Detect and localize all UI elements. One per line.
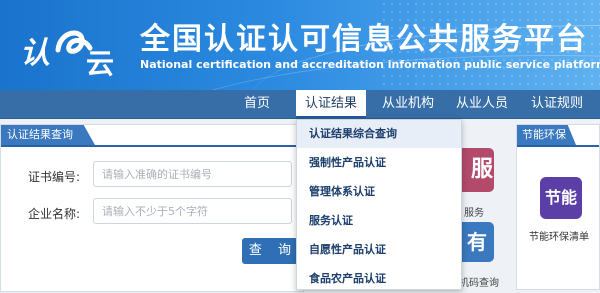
- panel-header: 节能环保: [517, 125, 599, 147]
- search-button[interactable]: 查 询: [242, 238, 298, 264]
- menu-item-food-agri[interactable]: 食品农产品认证: [297, 265, 461, 293]
- nav-cert-results[interactable]: 认证结果: [296, 90, 366, 118]
- menu-item-management-system[interactable]: 管理体系认证: [297, 178, 461, 206]
- panel-title: 节能环保: [517, 125, 576, 145]
- nav-institutions[interactable]: 从业机构: [382, 90, 434, 118]
- site-logo[interactable]: 认 云: [14, 14, 124, 80]
- menu-item-ccc[interactable]: 强制性产品认证: [297, 149, 461, 177]
- menu-item-voluntary-product[interactable]: 自愿性产品认证: [297, 236, 461, 264]
- header-banner: 认 云 全国认证认可信息公共服务平台 National certificatio…: [0, 0, 600, 90]
- panel-title: 认证结果查询: [1, 125, 95, 145]
- nav-home[interactable]: 首页: [244, 90, 270, 118]
- energy-saving-label[interactable]: 节能环保清单: [529, 228, 589, 243]
- cert-number-input[interactable]: 请输入准确的证书编号: [93, 161, 292, 187]
- organic-tile-caption: 机码查询: [459, 278, 499, 289]
- site-title: 全国认证认可信息公共服务平台: [140, 22, 588, 57]
- company-name-input[interactable]: 请输入不少于5个字符: [93, 198, 292, 224]
- panel-header: 认证结果查询: [1, 125, 303, 147]
- company-name-label: 企业名称:: [27, 207, 80, 221]
- service-tile-caption: 服务: [464, 208, 484, 219]
- menu-item-service-cert[interactable]: 服务认证: [297, 207, 461, 235]
- site-subtitle: National certification and accreditation…: [140, 58, 600, 71]
- tile-glyph: 服: [470, 157, 493, 182]
- menu-item-comprehensive-query[interactable]: 认证结果综合查询: [297, 120, 461, 148]
- logo-char: 认: [20, 36, 50, 71]
- cert-number-label: 证书编号:: [27, 170, 80, 184]
- main-nav: 首页 认证结果 从业机构 从业人员 认证规则: [0, 90, 600, 119]
- nav-practitioners[interactable]: 从业人员: [456, 90, 508, 118]
- energy-eco-panel: 节能环保 节能 节能环保清单: [516, 124, 600, 290]
- nav-cert-rules[interactable]: 认证规则: [531, 90, 583, 118]
- cert-results-dropdown: 认证结果综合查询 强制性产品认证 管理体系认证 服务认证 自愿性产品认证 食品农…: [296, 119, 462, 290]
- logo-char: 云: [86, 47, 115, 80]
- energy-saving-tile[interactable]: 节能: [540, 177, 582, 219]
